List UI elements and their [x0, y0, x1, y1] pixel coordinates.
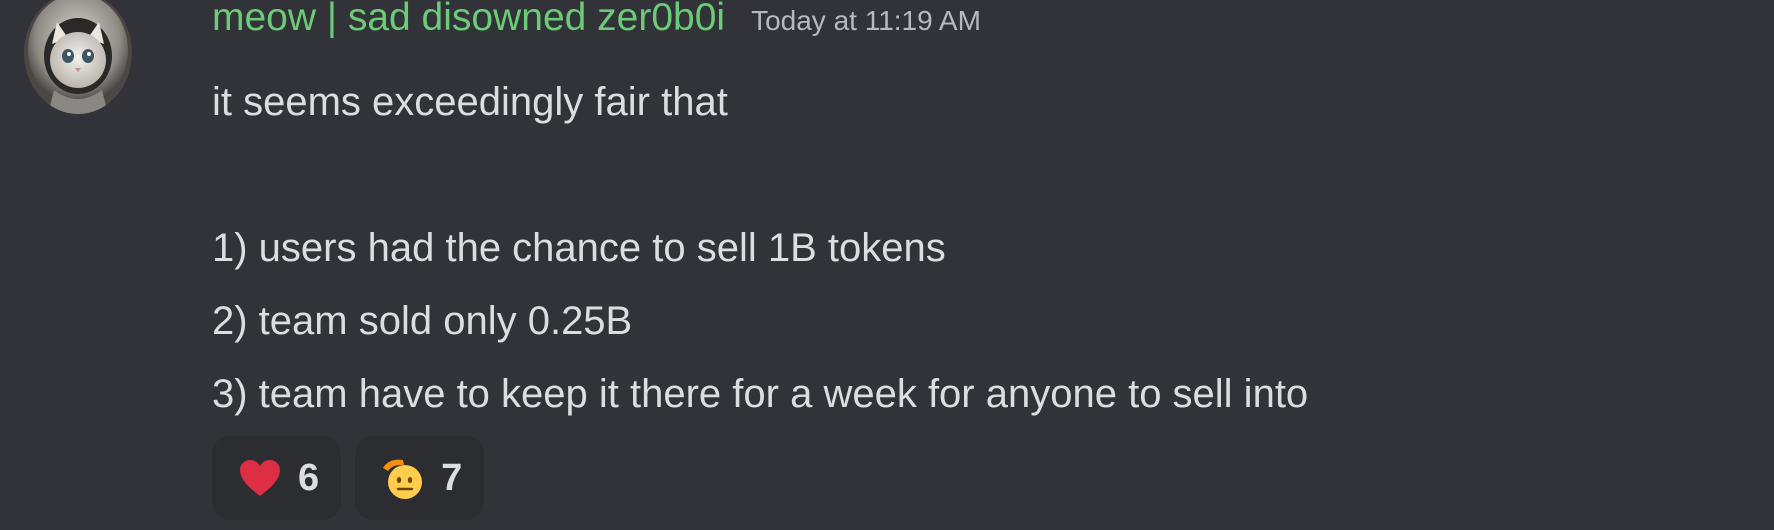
cat-astronaut-avatar-icon — [24, 0, 132, 114]
reaction-salute[interactable]: 7 — [355, 436, 485, 520]
message-header: meow | sad disowned zer0b0i Today at 11:… — [212, 0, 981, 46]
message-line: it seems exceedingly fair that — [212, 80, 728, 124]
user-avatar[interactable] — [24, 0, 132, 114]
author-username[interactable]: meow | sad disowned zer0b0i — [212, 0, 725, 40]
message-line: 3) team have to keep it there for a week… — [212, 372, 1309, 416]
saluting-face-icon — [379, 454, 427, 502]
message-line: 1) users had the chance to sell 1B token… — [212, 226, 946, 270]
reactions-bar: 6 7 — [212, 436, 485, 520]
message-content: it seems exceedingly fair that 1) users … — [212, 66, 1308, 431]
message-line: 2) team sold only 0.25B — [212, 299, 633, 343]
chat-message: meow | sad disowned zer0b0i Today at 11:… — [0, 0, 1774, 530]
reaction-count: 6 — [298, 456, 320, 499]
red-heart-icon — [236, 454, 284, 502]
reaction-heart[interactable]: 6 — [212, 436, 342, 520]
reaction-count: 7 — [441, 456, 463, 499]
message-timestamp[interactable]: Today at 11:19 AM — [751, 5, 981, 37]
